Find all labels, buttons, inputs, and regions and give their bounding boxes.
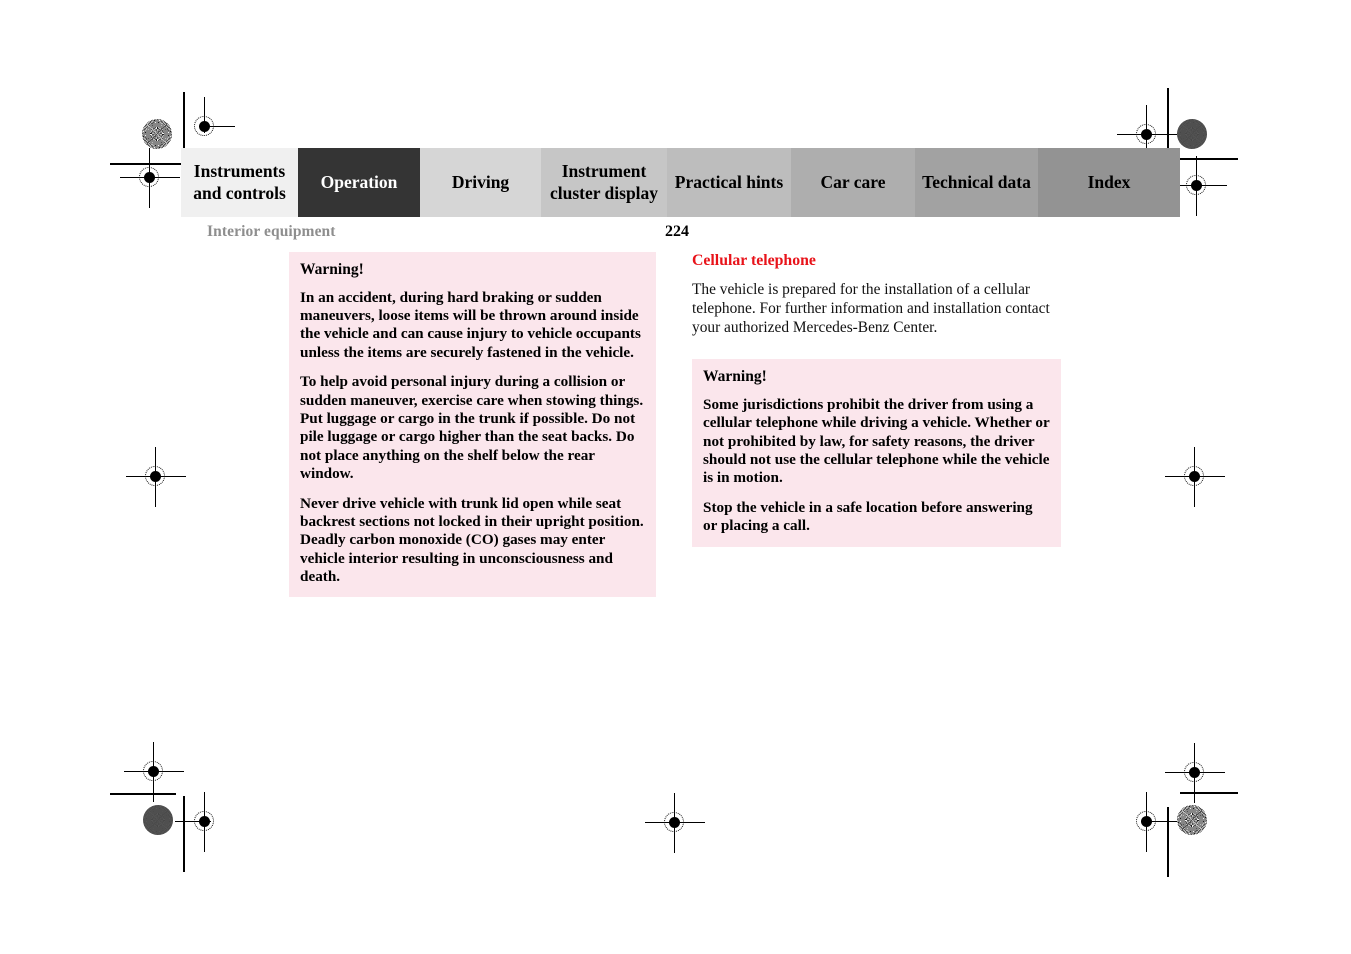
registration-mark-dot	[1141, 816, 1152, 827]
registration-mark-ring	[1184, 466, 1204, 486]
registration-mark-vertical	[674, 793, 676, 853]
registration-mark-ring	[145, 466, 165, 486]
registration-mark-ring	[194, 811, 214, 831]
registration-mark-horizontal	[1117, 134, 1177, 136]
chapter-tab-driving[interactable]: Driving	[420, 148, 541, 217]
registration-mark-dot	[199, 816, 210, 827]
registration-mark-icon	[645, 793, 705, 853]
registration-mark-horizontal	[199, 126, 235, 128]
section-heading-cellular-telephone: Cellular telephone	[692, 252, 816, 269]
registration-mark-vertical	[149, 148, 151, 208]
trim-line-vertical	[1167, 807, 1169, 877]
registration-mark-dot	[1189, 767, 1200, 778]
registration-mark-vertical	[1196, 156, 1198, 216]
registration-mark-horizontal	[120, 177, 180, 179]
registration-mark-icon	[1165, 743, 1225, 803]
registration-mark-dot	[150, 471, 161, 482]
registration-mark-ring	[194, 116, 214, 136]
density-burst-icon	[142, 119, 172, 149]
warning-paragraph: To help avoid personal injury during a c…	[300, 373, 644, 483]
registration-mark-vertical	[155, 447, 157, 507]
registration-mark-dot	[1191, 180, 1202, 191]
registration-mark-ring	[139, 167, 159, 187]
registration-mark-icon	[120, 148, 180, 208]
registration-mark-icon	[126, 447, 186, 507]
page-number: 224	[665, 223, 689, 240]
registration-mark-ring	[664, 812, 684, 832]
trim-line-horizontal	[110, 163, 188, 165]
left-column: Warning! In an accident, during hard bra…	[289, 252, 656, 598]
right-column: Cellular telephone The vehicle is prepar…	[692, 252, 1061, 547]
warning-paragraph: In an accident, during hard braking or s…	[300, 288, 641, 361]
warning-box-cargo: Warning! In an accident, during hard bra…	[289, 252, 656, 598]
chapter-tab-label: Practical hints	[674, 171, 784, 192]
chapter-tab-label: Instruments and controls	[193, 161, 286, 203]
density-burst-icon	[1177, 805, 1207, 835]
registration-mark-dot	[144, 172, 155, 183]
warning-title: Warning!	[703, 368, 767, 386]
registration-mark-ring	[143, 761, 163, 781]
registration-mark-horizontal	[1165, 772, 1225, 774]
registration-mark-vertical	[204, 792, 206, 852]
registration-mark-horizontal	[1141, 821, 1177, 823]
registration-mark-vertical	[204, 97, 206, 133]
registration-mark-dot	[1141, 129, 1152, 140]
chapter-tab-instrument-cluster-display[interactable]: Instrument cluster display	[541, 148, 667, 217]
registration-mark-vertical	[153, 742, 155, 802]
registration-mark-horizontal	[124, 771, 184, 773]
density-burst-icon	[143, 805, 173, 835]
registration-mark-ring	[1136, 811, 1156, 831]
registration-mark-icon	[124, 742, 184, 802]
registration-mark-dot	[669, 817, 680, 828]
column-spacer	[692, 349, 1061, 359]
warning-box-cellular-telephone: Warning! Some jurisdictions prohibit the…	[692, 359, 1061, 547]
chapter-tab-label: Instrument cluster display	[549, 161, 659, 203]
registration-mark-dot	[1189, 471, 1200, 482]
trim-line-horizontal	[1180, 792, 1238, 794]
chapter-tab-index[interactable]: Index	[1038, 148, 1180, 217]
registration-mark-vertical	[1194, 447, 1196, 507]
registration-mark-ring	[1184, 762, 1204, 782]
density-burst-icon	[1177, 119, 1207, 149]
chapter-tab-technical-data[interactable]: Technical data	[915, 148, 1038, 217]
registration-mark-horizontal	[1165, 476, 1225, 478]
registration-mark-horizontal	[645, 822, 705, 824]
chapter-tab-label: Driving	[451, 171, 510, 192]
running-head: Interior equipment 224	[207, 223, 689, 241]
chapter-tab-practical-hints[interactable]: Practical hints	[667, 148, 791, 217]
chapter-tab-label: Car care	[820, 171, 886, 192]
warning-paragraph: Some jurisdictions prohibit the driver f…	[703, 395, 1050, 487]
chapter-tab-label: Index	[1087, 171, 1131, 192]
chapter-tab-label: Operation	[320, 171, 398, 192]
registration-mark-vertical	[1146, 792, 1148, 852]
running-head-section: Interior equipment	[207, 223, 336, 240]
chapter-tab-bar: Instruments and controls Operation Driving…	[181, 148, 1180, 217]
chapter-tab-instruments-and-controls[interactable]: Instruments and controls	[181, 148, 298, 217]
registration-mark-horizontal	[175, 821, 211, 823]
trim-line-vertical	[183, 796, 185, 872]
warning-paragraph: Stop the vehicle in a safe location befo…	[703, 498, 1033, 535]
registration-mark-horizontal	[126, 476, 186, 478]
warning-paragraph: Never drive vehicle with trunk lid open …	[300, 494, 644, 586]
registration-mark-dot	[148, 766, 159, 777]
chapter-tab-label: Technical data	[922, 171, 1031, 192]
warning-title: Warning!	[300, 261, 364, 278]
registration-mark-icon	[1117, 792, 1177, 852]
body-paragraph: The vehicle is prepared for the installa…	[692, 280, 1050, 337]
registration-mark-icon	[175, 792, 235, 852]
trim-line-horizontal	[1180, 158, 1238, 160]
registration-mark-ring	[1186, 175, 1206, 195]
chapter-tab-car-care[interactable]: Car care	[791, 148, 915, 217]
chapter-tab-operation[interactable]: Operation	[298, 148, 420, 217]
registration-mark-icon	[1165, 447, 1225, 507]
registration-mark-ring	[1136, 124, 1156, 144]
registration-mark-dot	[199, 121, 210, 132]
registration-mark-vertical	[1194, 743, 1196, 803]
trim-line-horizontal	[110, 793, 176, 795]
